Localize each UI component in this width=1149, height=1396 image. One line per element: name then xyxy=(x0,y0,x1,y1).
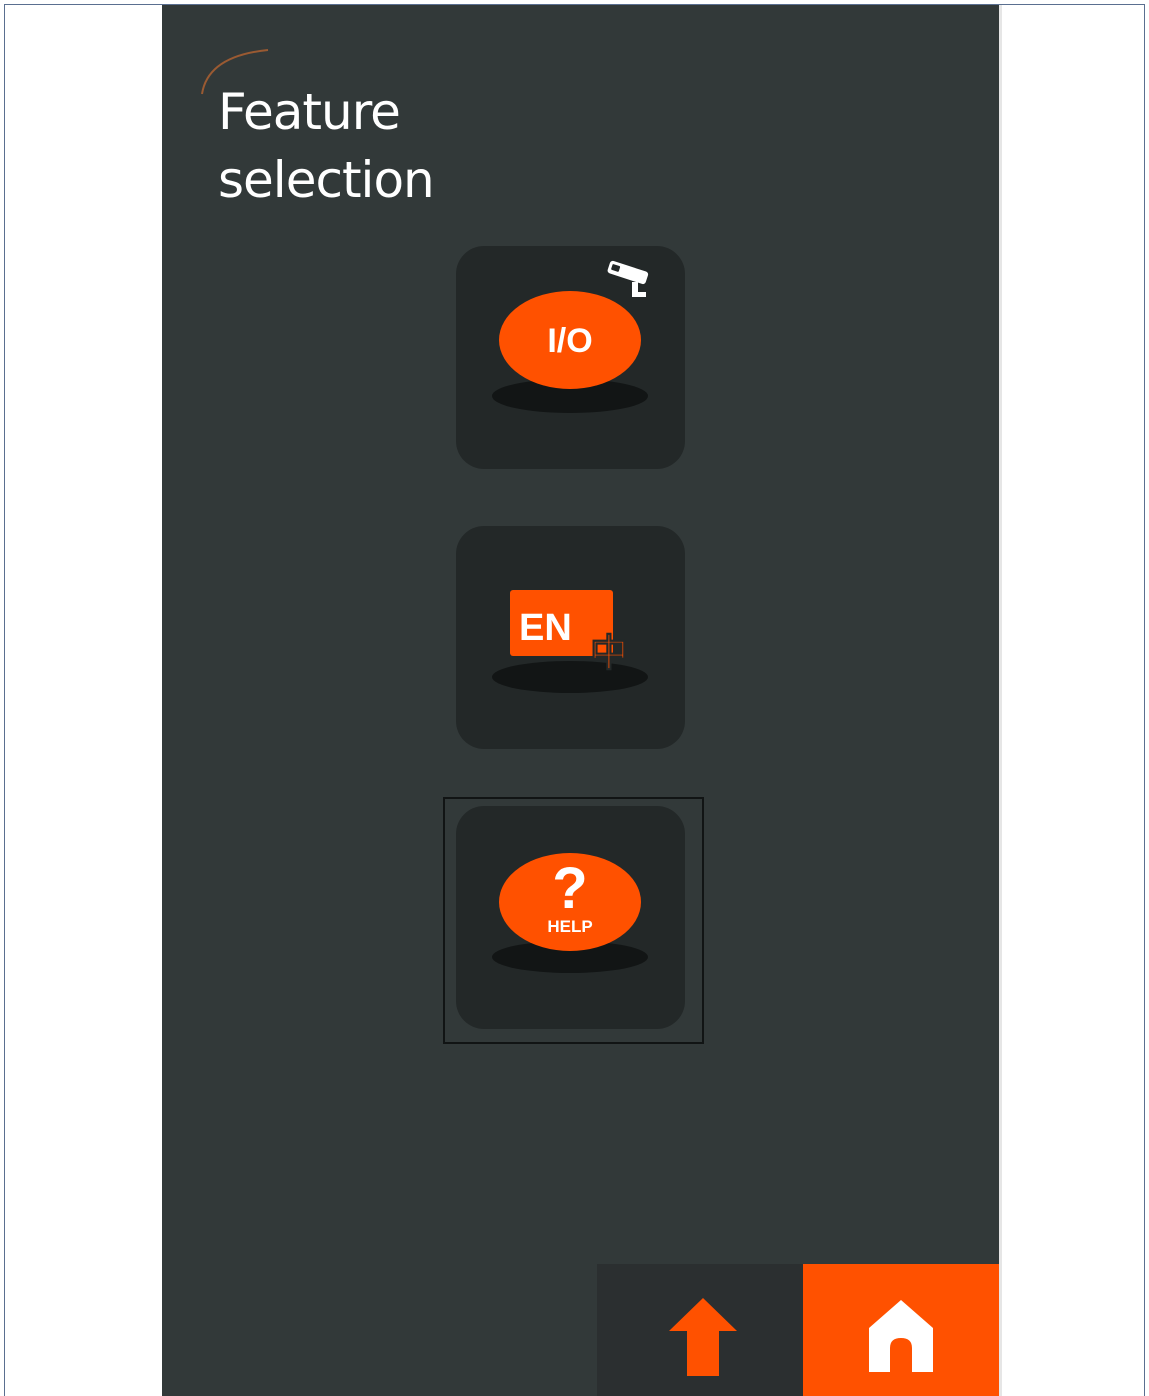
home-button[interactable] xyxy=(803,1264,999,1396)
io-feature-button[interactable]: I/O xyxy=(456,246,685,469)
panel-scroll-edge xyxy=(999,5,1002,1396)
up-button[interactable] xyxy=(597,1264,803,1396)
help-question-mark: ? xyxy=(552,856,587,921)
io-label: I/O xyxy=(547,322,592,360)
cctv-camera-icon xyxy=(607,260,649,297)
page-title-line1: Feature xyxy=(218,83,401,141)
home-icon xyxy=(869,1300,933,1372)
page-title-line2: selection xyxy=(218,151,435,209)
page-title: Feature selection xyxy=(218,78,435,214)
help-label: HELP xyxy=(547,917,592,936)
arrow-up-icon xyxy=(669,1298,737,1376)
language-zh-label: 中 xyxy=(590,631,628,675)
help-feature-button[interactable]: ? HELP xyxy=(456,806,685,1029)
language-en-label: EN xyxy=(519,607,572,649)
help-icon: ? HELP xyxy=(547,856,592,936)
language-feature-button[interactable]: EN 中 xyxy=(456,526,685,749)
